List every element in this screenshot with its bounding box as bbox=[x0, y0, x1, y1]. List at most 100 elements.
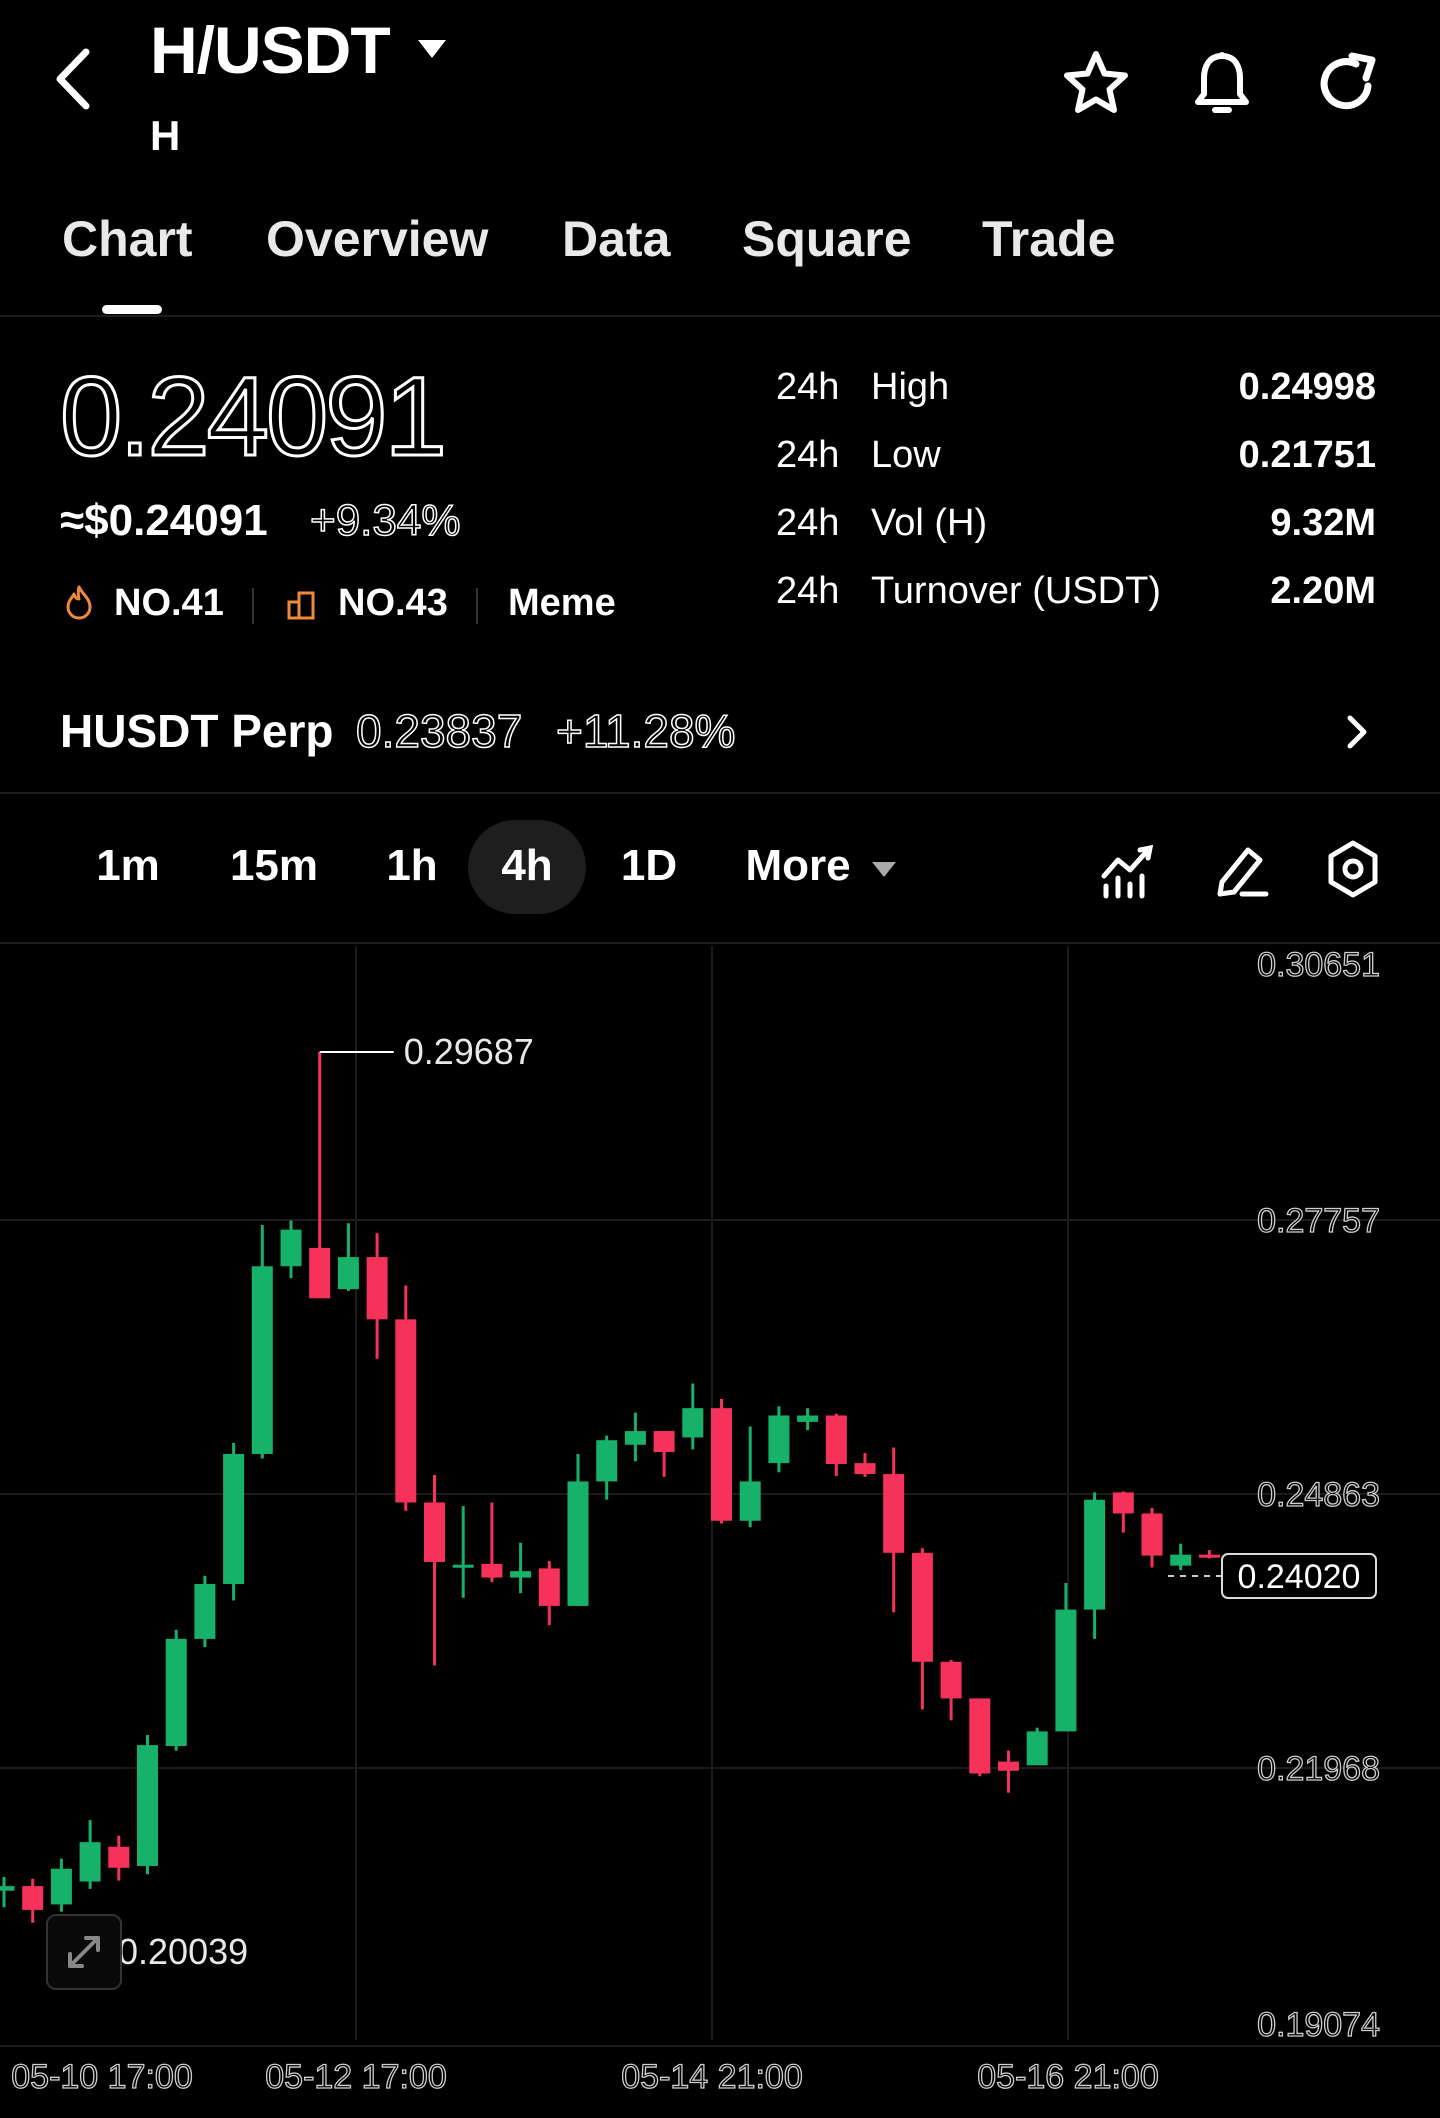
min-price-label: 0.20039 bbox=[118, 1931, 248, 1972]
candle-body bbox=[1170, 1554, 1192, 1566]
candle bbox=[567, 1453, 589, 1606]
x-tick-label: 05-16 21:00 bbox=[977, 2058, 1159, 2096]
candle bbox=[682, 1383, 704, 1450]
stat-label: Vol (H) bbox=[871, 502, 988, 544]
candle-body bbox=[0, 1886, 15, 1891]
candle-body bbox=[940, 1661, 962, 1699]
interval-more[interactable]: More bbox=[740, 820, 856, 912]
candle-body bbox=[452, 1564, 474, 1568]
candlestick-chart[interactable]: 0.30651 0.27757 0.24863 0.21968 0.19074 05-10… bbox=[0, 945, 1440, 2113]
price-usd: ≈$0.24091 bbox=[60, 496, 268, 545]
candle-body bbox=[653, 1431, 675, 1453]
candle-body bbox=[538, 1568, 560, 1606]
stat-value: 2.20M bbox=[1270, 570, 1376, 612]
candle-body bbox=[366, 1257, 388, 1320]
candle bbox=[309, 1051, 331, 1299]
candle bbox=[538, 1561, 560, 1626]
candle bbox=[998, 1750, 1019, 1793]
interval-15m[interactable]: 15m bbox=[216, 820, 332, 912]
candle bbox=[223, 1442, 245, 1601]
tab-square[interactable]: Square bbox=[742, 210, 912, 268]
bell-alert-icon[interactable] bbox=[1186, 48, 1258, 120]
stat-label: Low bbox=[871, 434, 941, 476]
y-tick-label: 0.21968 bbox=[1257, 1750, 1380, 1788]
pair-dropdown-caret-icon[interactable] bbox=[418, 40, 446, 58]
category-tag[interactable]: Meme bbox=[508, 582, 616, 625]
candle bbox=[1112, 1491, 1134, 1533]
candle bbox=[452, 1506, 474, 1598]
stat-value: 9.32M bbox=[1270, 502, 1376, 544]
candle-body bbox=[911, 1552, 933, 1662]
favorite-star-icon[interactable] bbox=[1060, 48, 1132, 120]
stat-24h-turnover: 24h Turnover (USDT) 2.20M bbox=[776, 570, 1376, 624]
stat-period: 24h bbox=[776, 366, 840, 408]
candle-body bbox=[797, 1415, 819, 1422]
indicator-icon[interactable] bbox=[1096, 838, 1158, 900]
tab-chart[interactable]: Chart bbox=[62, 210, 193, 268]
tab-data[interactable]: Data bbox=[562, 210, 670, 268]
stat-label: High bbox=[871, 366, 950, 408]
interval-4h[interactable]: 4h bbox=[468, 820, 586, 912]
candle-body bbox=[79, 1842, 101, 1882]
perp-change: +11.28% bbox=[555, 704, 736, 758]
tab-trade[interactable]: Trade bbox=[982, 210, 1115, 268]
perp-divider bbox=[0, 792, 1440, 794]
candle bbox=[0, 1876, 15, 1908]
active-tab-indicator bbox=[102, 305, 162, 314]
candle-body bbox=[223, 1453, 245, 1584]
max-price-label: 0.29687 bbox=[404, 1031, 534, 1072]
tab-overview[interactable]: Overview bbox=[266, 210, 488, 268]
pair-title[interactable]: H/USDT bbox=[150, 12, 391, 88]
candle-body bbox=[739, 1481, 761, 1521]
candle-body bbox=[395, 1319, 417, 1503]
candle bbox=[165, 1629, 187, 1751]
candle bbox=[1170, 1543, 1192, 1571]
x-tick-label: 05-14 21:00 bbox=[621, 2058, 803, 2096]
perp-name[interactable]: HUSDT Perp bbox=[60, 704, 333, 758]
candle-body bbox=[596, 1440, 618, 1482]
share-refresh-icon[interactable] bbox=[1312, 48, 1384, 120]
candle bbox=[596, 1435, 618, 1500]
candle-body bbox=[883, 1474, 905, 1553]
candle-body bbox=[280, 1229, 302, 1267]
candle bbox=[22, 1878, 44, 1923]
stat-label: Turnover (USDT) bbox=[871, 570, 1161, 612]
candle-body bbox=[510, 1571, 532, 1578]
candle-body bbox=[998, 1761, 1019, 1771]
back-chevron-icon[interactable] bbox=[52, 44, 132, 124]
hot-rank[interactable]: NO.41 bbox=[114, 582, 224, 625]
candle-body bbox=[481, 1563, 503, 1578]
chevron-right-icon[interactable] bbox=[1340, 712, 1374, 752]
expand-chart-icon[interactable] bbox=[46, 1914, 122, 1990]
fire-icon bbox=[64, 584, 94, 620]
market-cap-rank[interactable]: NO.43 bbox=[338, 582, 448, 625]
interval-1m[interactable]: 1m bbox=[80, 820, 176, 912]
x-tick-label: 05-10 17:00 bbox=[11, 2058, 193, 2096]
candle bbox=[50, 1858, 72, 1912]
more-caret-icon[interactable] bbox=[872, 862, 896, 877]
candle bbox=[883, 1447, 905, 1613]
candle-body bbox=[1141, 1513, 1163, 1556]
draw-pencil-icon[interactable] bbox=[1212, 838, 1274, 900]
stat-period: 24h bbox=[776, 434, 840, 476]
candle-body bbox=[624, 1431, 646, 1445]
chart-canvas[interactable]: 0.30651 0.27757 0.24863 0.21968 0.19074 05-10… bbox=[0, 945, 1440, 2113]
candle bbox=[395, 1285, 417, 1511]
candle-body bbox=[768, 1415, 790, 1464]
candle-body bbox=[969, 1698, 991, 1774]
candle-body bbox=[567, 1481, 589, 1606]
market-cap-rank-icon bbox=[286, 590, 318, 620]
candle bbox=[825, 1413, 847, 1476]
settings-hexagon-icon[interactable] bbox=[1322, 838, 1384, 900]
candle bbox=[137, 1735, 158, 1875]
candle bbox=[280, 1220, 302, 1279]
candle bbox=[79, 1820, 101, 1889]
y-tick-label: 0.27757 bbox=[1257, 1202, 1380, 1240]
interval-1d[interactable]: 1D bbox=[606, 820, 692, 912]
current-price-label: 0.24020 bbox=[1238, 1558, 1361, 1596]
stat-24h-low: 24h Low 0.21751 bbox=[776, 434, 1376, 488]
y-tick-label: 0.24863 bbox=[1257, 1476, 1380, 1514]
interval-1h[interactable]: 1h bbox=[370, 820, 454, 912]
candle-body bbox=[309, 1247, 331, 1299]
candle bbox=[1055, 1583, 1077, 1732]
